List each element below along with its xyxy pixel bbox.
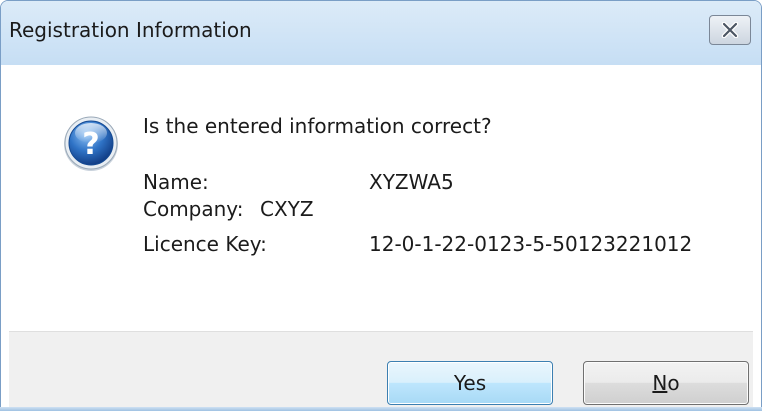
company-label: Company: (143, 197, 244, 221)
no-button-label: No (652, 371, 679, 395)
svg-text:?: ? (82, 127, 99, 162)
no-button-label-rest: o (667, 371, 680, 395)
question-icon: ? (64, 116, 118, 171)
no-button[interactable]: No (583, 361, 749, 405)
name-value: XYZWA5 (369, 170, 454, 194)
no-button-mnemonic: N (652, 371, 668, 395)
licence-key-value: 12-0-1-22-0123-5-50123221012 (369, 232, 693, 256)
dialog-window: Registration Information ? Is the entere… (0, 0, 762, 411)
window-bottom-edge (0, 407, 762, 411)
company-value: CXYZ (260, 197, 314, 221)
yes-button[interactable]: Yes (387, 361, 553, 405)
dialog-message: Is the entered information correct? (143, 114, 492, 138)
close-button[interactable] (709, 15, 751, 45)
name-label: Name: (143, 170, 209, 194)
window-title: Registration Information (9, 18, 252, 42)
close-x-icon (721, 22, 739, 38)
title-bar[interactable]: Registration Information (1, 1, 761, 65)
yes-button-label: Yes (453, 371, 487, 395)
licence-key-label: Licence Key: (143, 232, 267, 256)
